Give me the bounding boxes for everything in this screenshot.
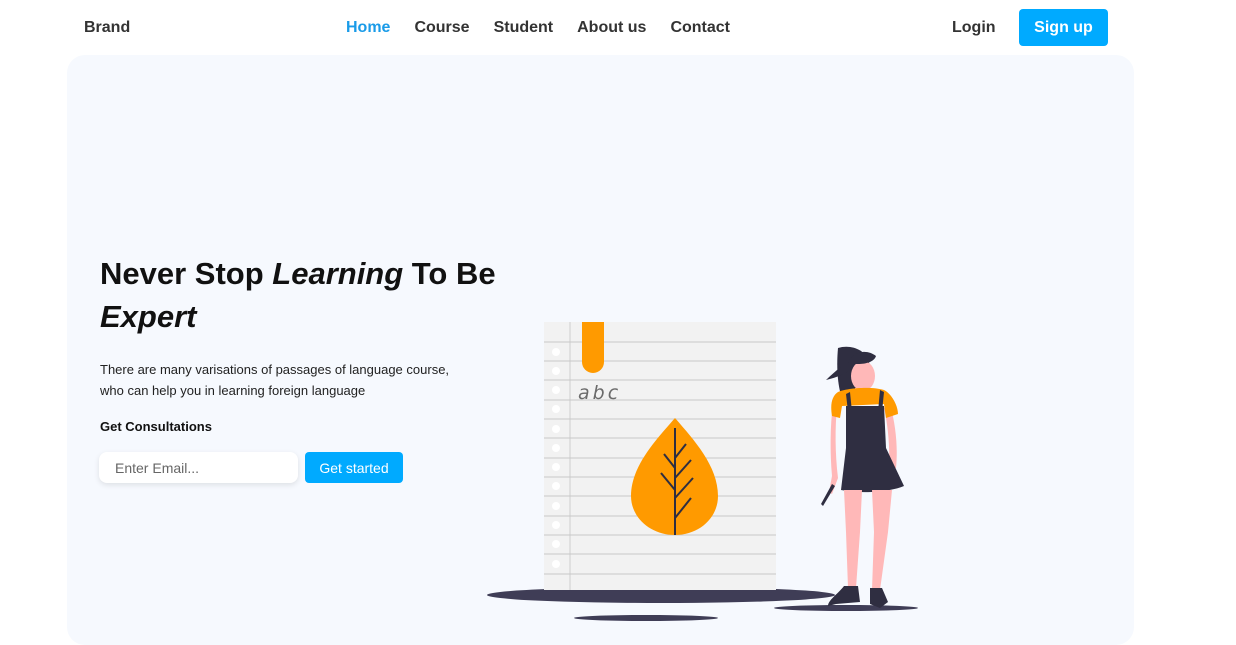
person-shadow — [774, 605, 918, 611]
email-input[interactable] — [99, 452, 298, 483]
brand-logo[interactable]: Brand — [84, 19, 130, 37]
navbar: Brand Home Course Student About us Conta… — [0, 0, 1236, 56]
nav-links: Home Course Student About us Contact — [346, 19, 730, 37]
nav-link-student[interactable]: Student — [494, 19, 554, 37]
get-started-button[interactable]: Get started — [305, 452, 403, 483]
person-figure — [821, 346, 904, 608]
hero-description: There are many varisations of passages o… — [100, 362, 450, 398]
hero-headline: Never Stop Learning To Be Expert — [100, 252, 500, 338]
nav-link-course[interactable]: Course — [414, 19, 469, 37]
bookmark-ribbon — [582, 322, 604, 373]
learning-illustration: abc — [487, 322, 918, 621]
headline-emphasis-1: Learning — [272, 256, 404, 291]
login-link[interactable]: Login — [952, 19, 996, 37]
ground-shadow-small — [574, 615, 718, 621]
nav-link-about[interactable]: About us — [577, 19, 646, 37]
notebook-handwriting: abc — [578, 382, 621, 404]
consultation-label: Get Consultations — [100, 419, 212, 434]
nav-link-home[interactable]: Home — [346, 19, 390, 37]
headline-emphasis-2: Expert — [100, 299, 197, 334]
headline-text-1: Never Stop — [100, 256, 273, 291]
headline-text-2: To Be — [403, 256, 496, 291]
signup-button[interactable]: Sign up — [1019, 9, 1108, 46]
nav-link-contact[interactable]: Contact — [670, 19, 730, 37]
